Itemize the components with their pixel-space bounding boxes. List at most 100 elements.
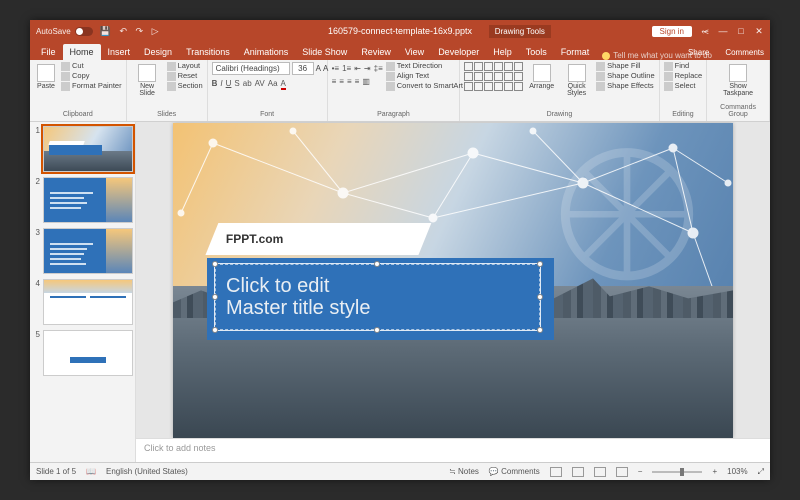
ribbon-options-icon[interactable]: ⥷	[700, 26, 710, 37]
share-button[interactable]: Share	[680, 48, 709, 57]
layout-icon	[167, 62, 176, 71]
indent-dec-button[interactable]: ⇤	[354, 64, 361, 73]
thumbnail-5[interactable]: 5	[32, 330, 133, 376]
section-button[interactable]: Section	[167, 82, 203, 91]
shape-fill-button[interactable]: Shape Fill	[596, 62, 655, 71]
redo-icon[interactable]: ↷	[136, 26, 144, 36]
case-button[interactable]: Aa	[268, 79, 278, 90]
tab-developer[interactable]: Developer	[431, 44, 486, 60]
sorter-view-button[interactable]	[572, 467, 584, 477]
align-left-button[interactable]: ≡	[332, 77, 337, 86]
tab-animations[interactable]: Animations	[237, 44, 296, 60]
tab-file[interactable]: File	[34, 44, 63, 60]
tab-help[interactable]: Help	[486, 44, 519, 60]
shape-outline-icon	[596, 72, 605, 81]
paste-button[interactable]: Paste	[34, 62, 58, 92]
align-center-button[interactable]: ≡	[339, 77, 344, 86]
tab-transitions[interactable]: Transitions	[179, 44, 237, 60]
tab-view[interactable]: View	[398, 44, 431, 60]
close-icon[interactable]: ✕	[754, 26, 764, 37]
thumbnail-2[interactable]: 2	[32, 177, 133, 223]
layout-button[interactable]: Layout	[167, 62, 203, 71]
sign-in-button[interactable]: Sign in	[652, 26, 692, 37]
tab-design[interactable]: Design	[137, 44, 179, 60]
selection-handle[interactable]	[374, 261, 380, 267]
new-slide-button[interactable]: New Slide	[131, 62, 164, 99]
slide-counter[interactable]: Slide 1 of 5	[36, 467, 76, 476]
shape-effects-icon	[596, 82, 605, 91]
notes-pane[interactable]: Click to add notes	[136, 438, 770, 462]
zoom-level[interactable]: 103%	[727, 467, 747, 476]
shape-outline-button[interactable]: Shape Outline	[596, 72, 655, 81]
zoom-out-button[interactable]: −	[638, 467, 643, 476]
maximize-icon[interactable]: □	[736, 26, 746, 36]
convert-smartart-button[interactable]: Convert to SmartArt	[386, 82, 463, 91]
columns-button[interactable]: ▥	[362, 77, 370, 86]
reset-button[interactable]: Reset	[167, 72, 203, 81]
thumbnail-3[interactable]: 3	[32, 228, 133, 274]
group-slides: New Slide Layout Reset Section Slides	[127, 60, 208, 121]
font-name-select[interactable]: Calibri (Headings)	[212, 62, 290, 75]
shapes-gallery[interactable]	[464, 62, 523, 91]
slide-canvas[interactable]: FPPT.com Click to edit Master title styl…	[136, 122, 770, 438]
autosave-toggle[interactable]	[75, 27, 93, 36]
arrange-button[interactable]: Arrange	[526, 62, 557, 92]
spacing-button[interactable]: AV	[255, 79, 265, 90]
align-text-button[interactable]: Align Text	[386, 72, 463, 81]
save-icon[interactable]: 💾	[100, 26, 111, 36]
font-color-button[interactable]: A	[281, 79, 286, 90]
cut-button[interactable]: Cut	[61, 62, 122, 71]
bold-button[interactable]: B	[212, 79, 218, 90]
comments-button[interactable]: Comments	[717, 48, 764, 57]
selection-handle[interactable]	[212, 294, 218, 300]
grow-font-icon[interactable]: A	[316, 64, 321, 73]
language-status[interactable]: English (United States)	[106, 467, 188, 476]
taskpane-icon	[729, 64, 747, 82]
text-direction-icon	[386, 62, 395, 71]
bullets-button[interactable]: •≡	[332, 64, 339, 73]
spellcheck-icon[interactable]: 📖	[86, 467, 96, 476]
comments-toggle[interactable]: 💬 Comments	[489, 467, 540, 476]
text-direction-button[interactable]: Text Direction	[386, 62, 463, 71]
copy-button[interactable]: Copy	[61, 72, 122, 81]
slide-thumbnails-panel[interactable]: 1 2 3 4 5	[30, 122, 136, 462]
numbering-button[interactable]: 1≡	[342, 64, 351, 73]
justify-button[interactable]: ≡	[355, 77, 360, 86]
strike-button[interactable]: S	[234, 79, 239, 90]
shadow-button[interactable]: ab	[243, 79, 252, 90]
zoom-slider[interactable]	[652, 471, 702, 473]
zoom-in-button[interactable]: +	[712, 467, 717, 476]
underline-button[interactable]: U	[226, 79, 232, 90]
tab-tools[interactable]: Tools	[519, 44, 554, 60]
tab-insert[interactable]: Insert	[101, 44, 138, 60]
reading-view-button[interactable]	[594, 467, 606, 477]
font-size-select[interactable]: 36	[292, 62, 314, 75]
align-right-button[interactable]: ≡	[347, 77, 352, 86]
tab-format[interactable]: Format	[554, 44, 597, 60]
format-painter-button[interactable]: Format Painter	[61, 82, 122, 91]
minimize-icon[interactable]: —	[718, 26, 728, 36]
quick-styles-button[interactable]: Quick Styles	[560, 62, 593, 99]
normal-view-button[interactable]	[550, 467, 562, 477]
thumbnail-1[interactable]: 1	[32, 126, 133, 172]
fit-to-window-button[interactable]: ⤢	[758, 467, 764, 477]
tab-review[interactable]: Review	[354, 44, 398, 60]
select-button[interactable]: Select	[664, 82, 703, 91]
find-button[interactable]: Find	[664, 62, 703, 71]
italic-button[interactable]: I	[220, 79, 222, 90]
start-slideshow-icon[interactable]: ▷	[152, 26, 159, 36]
replace-button[interactable]: Replace	[664, 72, 703, 81]
selection-handle[interactable]	[212, 261, 218, 267]
line-spacing-button[interactable]: ‡≡	[374, 64, 383, 73]
thumbnail-4[interactable]: 4	[32, 279, 133, 325]
title-placeholder[interactable]: Click to edit Master title style	[215, 264, 540, 330]
tab-home[interactable]: Home	[63, 44, 101, 60]
notes-toggle[interactable]: ≒ Notes	[449, 467, 479, 476]
indent-inc-button[interactable]: ⇥	[364, 64, 371, 73]
slideshow-view-button[interactable]	[616, 467, 628, 477]
bulb-icon	[602, 52, 610, 60]
show-taskpane-button[interactable]: Show Taskpane	[711, 62, 765, 99]
shape-effects-button[interactable]: Shape Effects	[596, 82, 655, 91]
tab-slideshow[interactable]: Slide Show	[295, 44, 354, 60]
undo-icon[interactable]: ↶	[119, 26, 127, 36]
